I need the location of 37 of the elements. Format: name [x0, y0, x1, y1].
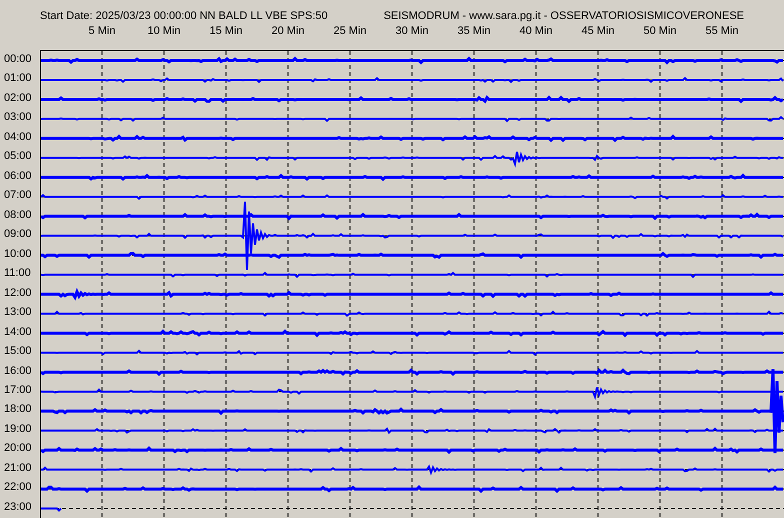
hour-label: 21:00 [3, 460, 33, 476]
hour-label: 05:00 [3, 149, 33, 164]
minute-label: 30 Min [394, 24, 430, 39]
hour-label: 02:00 [3, 90, 33, 106]
hour-label: 07:00 [3, 188, 33, 204]
hour-label: 18:00 [3, 402, 33, 418]
minute-label: 55 Min [704, 24, 740, 39]
minute-label: 45 Min [580, 24, 616, 39]
hour-label: 17:00 [3, 382, 33, 398]
hour-label: 15:00 [3, 344, 33, 360]
hour-label: 00:00 [3, 52, 33, 67]
hour-label: 04:00 [3, 130, 33, 145]
minute-label: 35 Min [456, 24, 492, 39]
minute-label: 5 Min [88, 24, 116, 39]
hour-label: 14:00 [3, 324, 33, 340]
hour-label: 09:00 [3, 227, 33, 242]
hour-label: 06:00 [3, 168, 33, 184]
hour-label: 22:00 [3, 480, 33, 496]
hour-label: 19:00 [3, 422, 33, 437]
minute-label: 10 Min [146, 24, 182, 39]
hour-label: 01:00 [3, 71, 33, 86]
hour-label: 16:00 [3, 364, 33, 378]
hour-label: 11:00 [3, 266, 32, 282]
hour-label: 10:00 [3, 246, 33, 262]
hour-label: 13:00 [3, 305, 33, 320]
minute-label: 40 Min [518, 24, 554, 39]
hour-label: 08:00 [3, 208, 33, 223]
minute-label: 25 Min [332, 24, 368, 39]
hour-label: 23:00 [3, 500, 33, 515]
start-date-info: Start Date: 2025/03/23 00:00:00 NN BALD LL VBE SPS:50 [40, 9, 328, 24]
minute-label: 15 Min [208, 24, 244, 39]
minute-label: 20 Min [270, 24, 306, 39]
hour-label: 12:00 [3, 286, 33, 301]
hour-label: 03:00 [3, 110, 33, 126]
minute-label: 50 Min [642, 24, 678, 39]
source-title: SEISMODRUM - www.sara.pg.it - OSSERVATORIOSISMICOVERONESE [384, 9, 744, 24]
hour-label: 20:00 [3, 441, 33, 456]
